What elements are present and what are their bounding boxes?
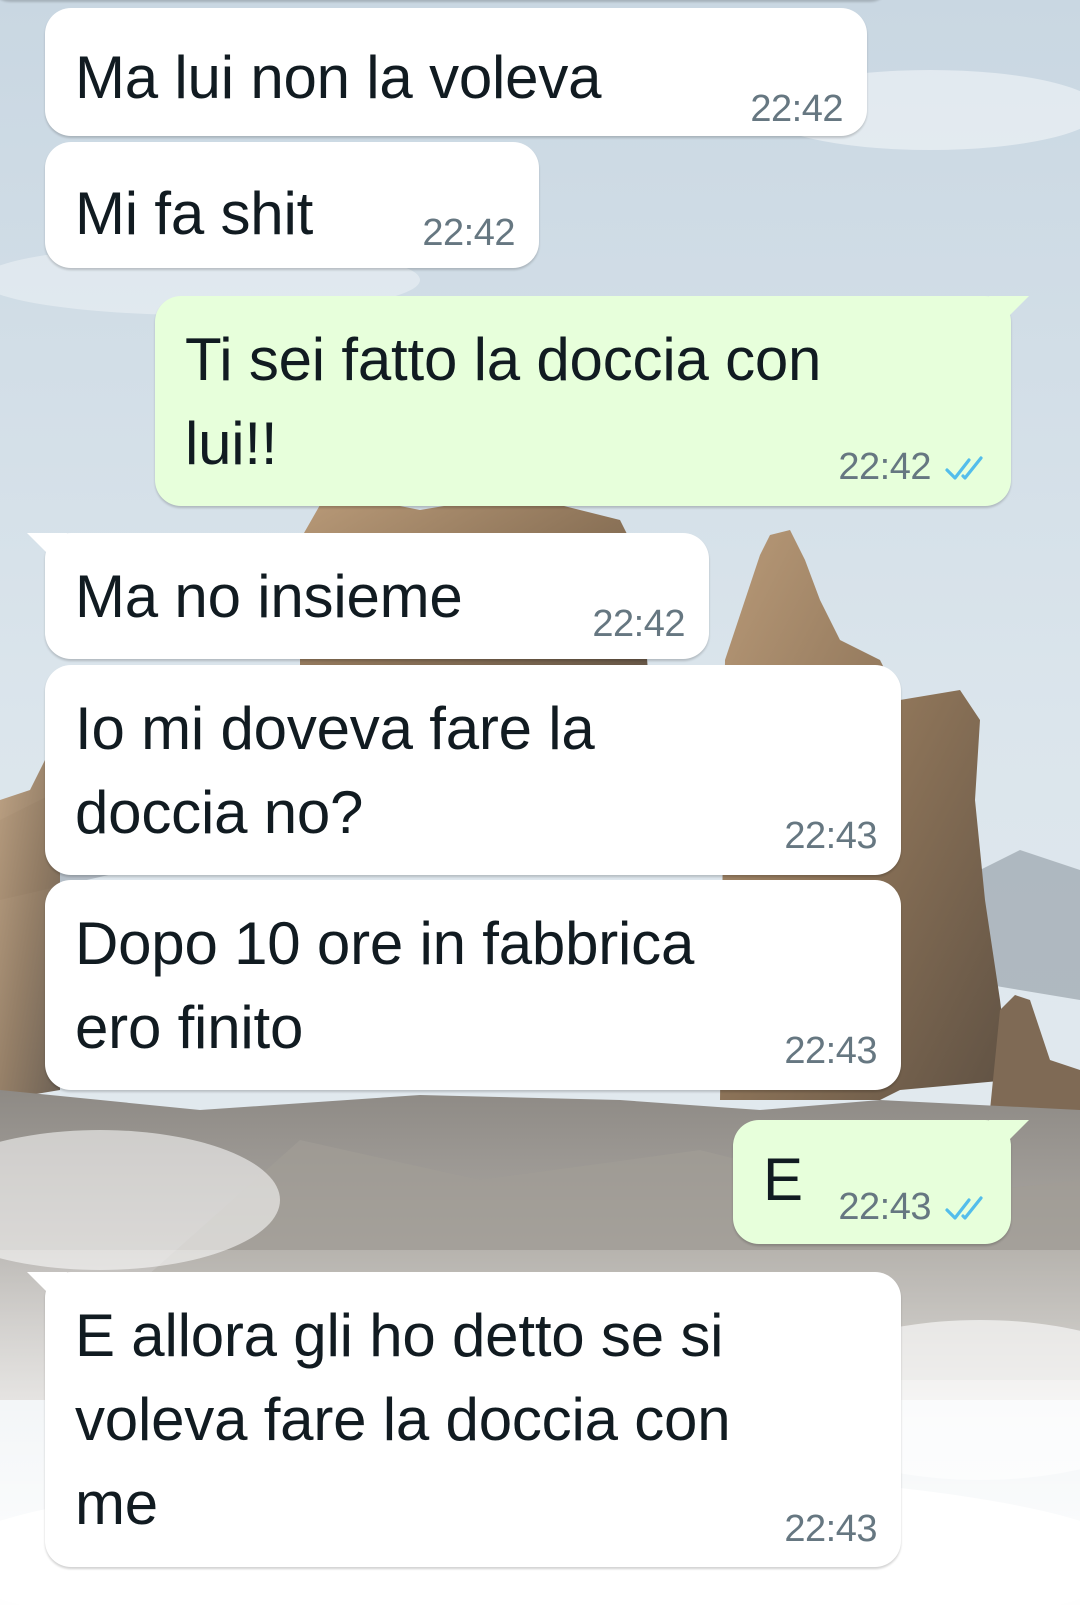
message-timestamp: 22:42 (750, 88, 843, 130)
double-check-read-icon (945, 1196, 983, 1220)
double-check-read-icon (945, 456, 983, 480)
message-bubble-incoming[interactable]: Mi fa shit 22:42 (45, 142, 539, 268)
message-text: Ma no insieme (75, 563, 463, 630)
message-text: Dopo 10 ore in fabbrica ero finito (75, 910, 695, 1061)
bubble-tail-icon (27, 1272, 67, 1302)
bubble-tail-icon (989, 296, 1029, 326)
message-bubble-incoming[interactable]: Dopo 10 ore in fabbrica ero finito 22:43 (45, 880, 901, 1090)
message-text: Mi fa shit (75, 180, 314, 247)
message-list[interactable]: Ma lui non la voleva 22:42 Mi fa shit 22… (0, 0, 1080, 1605)
message-timestamp: 22:42 (592, 603, 685, 645)
message-timestamp: 22:42 (838, 446, 931, 488)
message-timestamp: 22:43 (784, 1508, 877, 1550)
message-timestamp: 22:42 (422, 212, 515, 254)
bubble-tail-icon (989, 1120, 1029, 1150)
message-text: E (763, 1146, 803, 1213)
bubble-tail-icon (27, 533, 67, 563)
message-text: Io mi doveva fare la doccia no? (75, 695, 595, 846)
message-timestamp: 22:43 (838, 1186, 931, 1228)
message-bubble-incoming[interactable]: E allora gli ho detto se si voleva fare … (27, 1272, 901, 1567)
message-timestamp: 22:43 (784, 1030, 877, 1072)
message-text: E allora gli ho detto se si voleva fare … (75, 1302, 731, 1537)
message-bubble-incoming[interactable]: Ma no insieme 22:42 (27, 533, 709, 659)
message-bubble-outgoing[interactable]: E 22:43 (733, 1120, 1029, 1244)
message-bubble-outgoing[interactable]: Ti sei fatto la doccia con lui!! 22:42 (155, 296, 1029, 506)
message-text: Ma lui non la voleva (75, 44, 602, 111)
message-timestamp: 22:43 (784, 815, 877, 857)
message-bubble-incoming[interactable]: Ma lui non la voleva 22:42 (45, 8, 867, 136)
message-bubble-incoming[interactable]: Io mi doveva fare la doccia no? 22:43 (45, 665, 901, 875)
